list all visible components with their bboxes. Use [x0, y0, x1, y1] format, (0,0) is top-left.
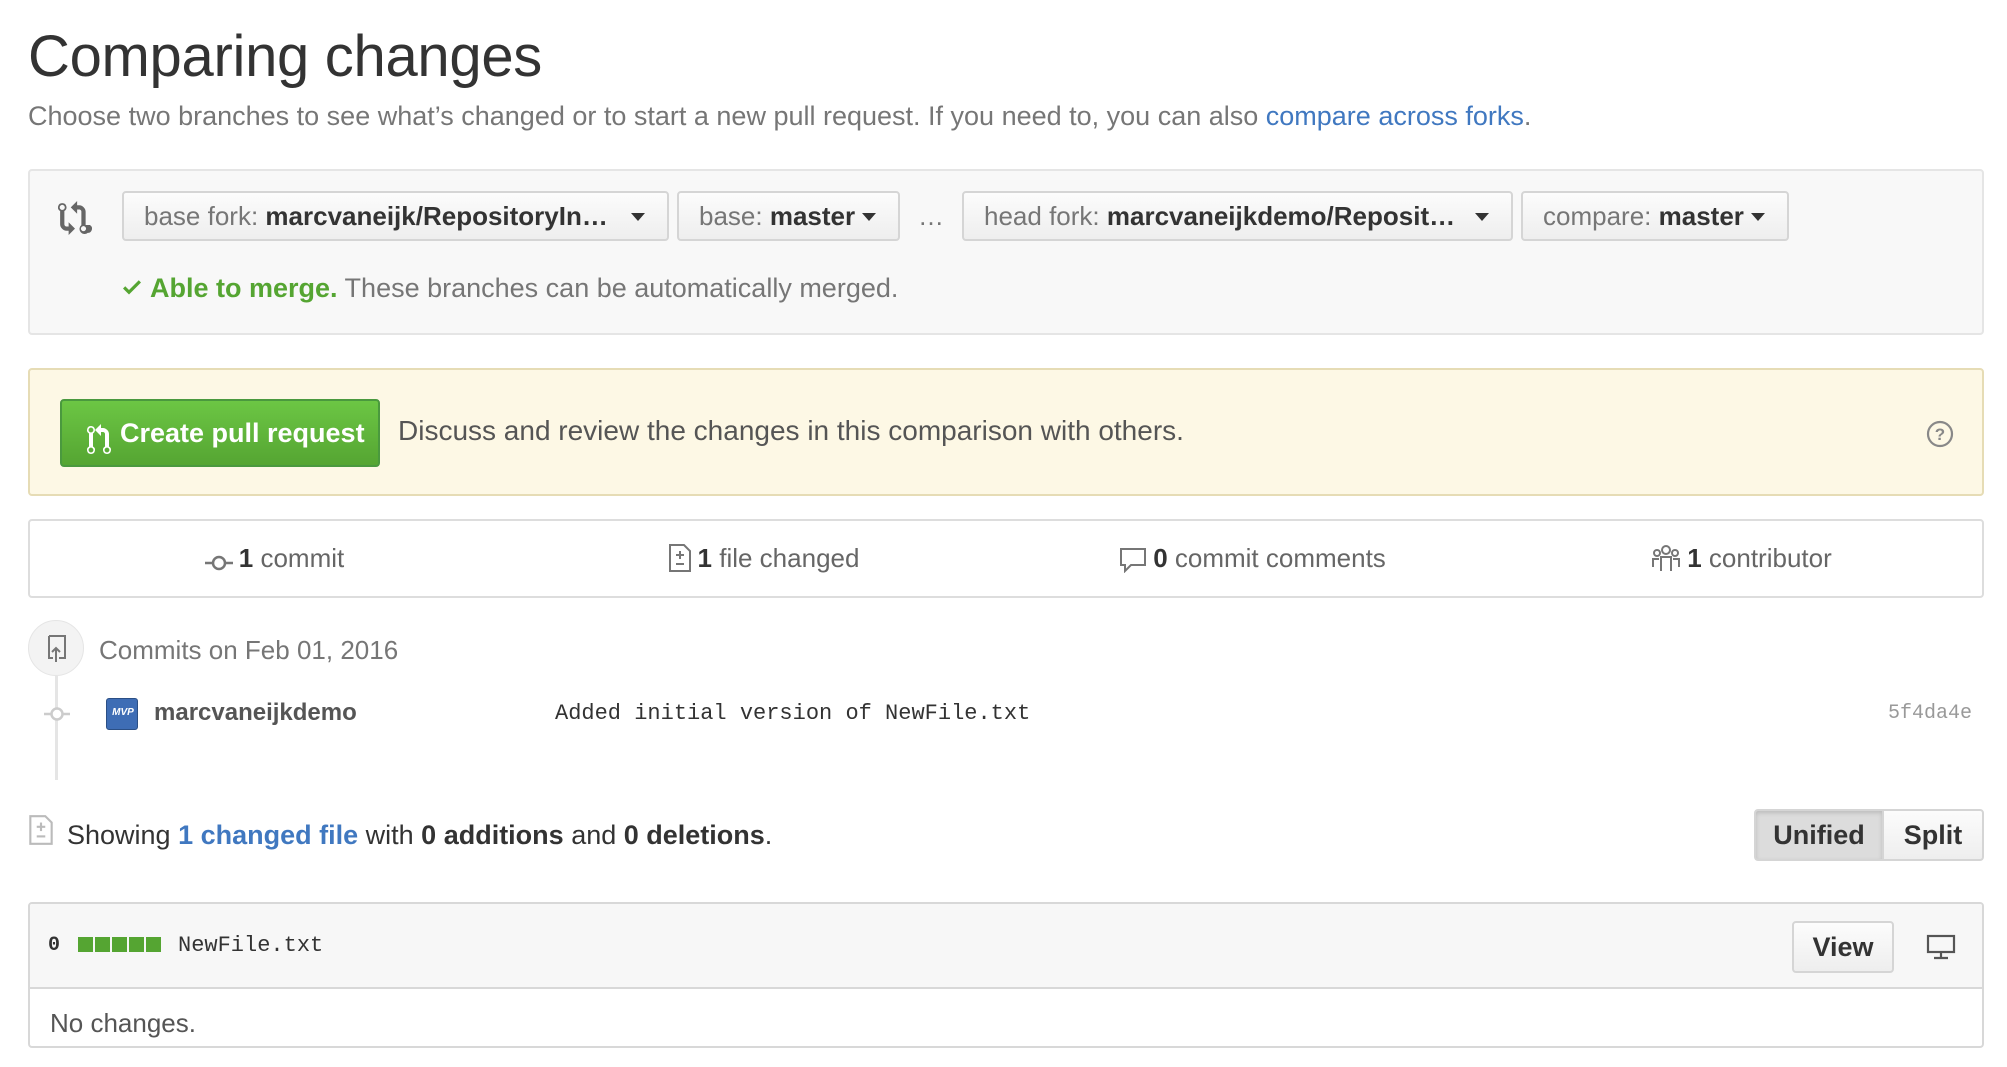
compare-branch-select[interactable]: compare: master: [1521, 191, 1789, 241]
comments-label: commit comments: [1167, 543, 1386, 573]
create-pull-request-button[interactable]: Create pull request: [60, 399, 380, 467]
file-header: 0 NewFile.txt View: [30, 904, 1982, 989]
summary-files[interactable]: 1 file changed: [519, 521, 1008, 596]
no-changes-text: No changes.: [50, 1008, 196, 1038]
compare-branch-label: compare:: [1543, 201, 1652, 231]
diffstat-bar: [78, 937, 163, 953]
check-icon: [120, 275, 144, 306]
additions-count: 0 additions: [421, 820, 564, 850]
files-count: 1: [697, 543, 712, 573]
contributors-count: 1: [1687, 543, 1702, 573]
comment-icon: [1120, 548, 1147, 574]
page-title: Comparing changes: [28, 24, 542, 89]
base-branch-value: master: [769, 201, 856, 231]
showing-text: Showing: [67, 820, 179, 850]
compare-across-forks-link[interactable]: compare across forks: [1266, 101, 1524, 131]
commits-label: commit: [253, 543, 345, 573]
summary-commits[interactable]: 1 commit: [30, 521, 519, 596]
pull-request-description: Discuss and review the changes in this c…: [398, 415, 1184, 446]
avatar-text: MVP: [112, 707, 134, 718]
diffstat-block: [78, 937, 93, 952]
file-name-link[interactable]: NewFile.txt: [178, 933, 323, 958]
compare-arrows-icon[interactable]: [58, 201, 92, 235]
numbers-summary: 1 commit 1 file changed 0 commit comment…: [28, 519, 1984, 598]
range-separator: …: [918, 201, 944, 231]
diff-view-toggle: Unified Split: [1754, 809, 1986, 861]
commits-day-label: Commits on Feb 01, 2016: [99, 635, 399, 665]
diff-summary: Showing 1 changed file with 0 additions …: [67, 820, 772, 851]
compare-page: Comparing changes Choose two branches to…: [0, 0, 2007, 1067]
range-editor: base fork: marcvaneijk/RepositoryIn… bas…: [28, 169, 1984, 335]
repo-push-icon: [28, 620, 84, 676]
head-fork-select[interactable]: head fork: marcvaneijkdemo/Reposit…: [962, 191, 1513, 241]
head-fork-value: marcvaneijkdemo/Reposit…: [1106, 201, 1456, 231]
split-button[interactable]: Split: [1882, 809, 1984, 861]
diffstat-block: [95, 937, 110, 952]
head-fork-label: head fork:: [984, 201, 1100, 231]
device-desktop-icon[interactable]: [1926, 934, 1956, 965]
base-fork-select[interactable]: base fork: marcvaneijk/RepositoryIn…: [122, 191, 669, 241]
diffstat-block: [146, 937, 161, 952]
page-subtitle: Choose two branches to see what’s change…: [28, 101, 1531, 132]
diffstat-block: [129, 937, 144, 952]
file-diff: 0 NewFile.txt View No changes.: [28, 902, 1984, 1048]
merge-description: These branches can be automatically merg…: [337, 273, 899, 303]
diffstat-block: [112, 937, 127, 952]
comments-count: 0: [1153, 543, 1168, 573]
deletions-count: 0 deletions: [623, 820, 765, 850]
commits-count: 1: [238, 543, 254, 573]
file-diff-icon: [668, 544, 691, 572]
base-fork-label: base fork:: [144, 201, 259, 231]
merge-status: Able to merge. These branches can be aut…: [120, 273, 898, 306]
git-commit-icon: [44, 705, 70, 728]
git-commit-icon: [204, 555, 233, 571]
chevron-down-icon: [631, 213, 645, 221]
commit-sha-link[interactable]: 5f4da4e: [1888, 702, 1972, 725]
summary-contributors[interactable]: 1 contributor: [1497, 521, 1986, 596]
base-fork-value: marcvaneijk/RepositoryIn…: [265, 201, 608, 231]
unified-button[interactable]: Unified: [1754, 809, 1884, 861]
changed-files-link[interactable]: 1 changed file: [178, 820, 358, 850]
summary-comments[interactable]: 0 commit comments: [1008, 521, 1497, 596]
contributors-label: contributor: [1701, 543, 1832, 573]
diffstat-count: 0: [48, 934, 61, 957]
chevron-down-icon: [862, 213, 876, 221]
chevron-down-icon: [1475, 213, 1489, 221]
create-pull-request-label: Create pull request: [120, 418, 365, 448]
view-file-button[interactable]: View: [1792, 921, 1894, 973]
file-diff-icon: [28, 814, 54, 851]
subtitle-end: .: [1523, 101, 1532, 131]
compare-branch-value: master: [1658, 201, 1744, 231]
svg-text:?: ?: [1935, 425, 1945, 444]
question-icon[interactable]: ?: [1926, 420, 1954, 453]
and-text: and: [563, 820, 624, 850]
pull-request-prompt: Create pull request Discuss and review t…: [28, 368, 1984, 496]
commit-message-link[interactable]: Added initial version of NewFile.txt: [555, 701, 1030, 726]
timeline-line: [55, 676, 58, 780]
base-branch-label: base:: [699, 201, 763, 231]
files-label: file changed: [712, 543, 860, 573]
organization-icon: [1652, 545, 1681, 571]
avatar[interactable]: MVP: [106, 698, 138, 730]
git-pull-request-icon: [86, 415, 112, 479]
with-text: with: [358, 820, 422, 850]
base-branch-select[interactable]: base: master: [677, 191, 900, 241]
commit-author-link[interactable]: marcvaneijkdemo: [154, 699, 357, 727]
subtitle-text: Choose two branches to see what’s change…: [28, 101, 1266, 131]
chevron-down-icon: [1751, 213, 1765, 221]
end-text: .: [764, 820, 773, 850]
merge-ok-text: Able to merge.: [150, 273, 338, 303]
